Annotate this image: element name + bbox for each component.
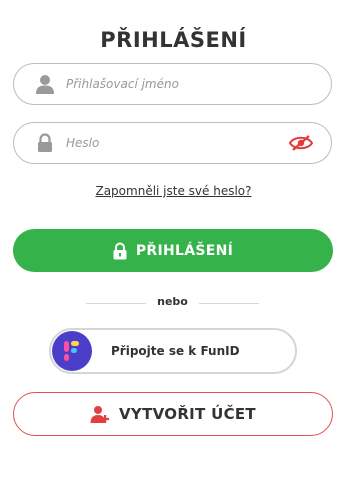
divider-line-left xyxy=(86,303,146,304)
divider-text: nebo xyxy=(157,295,188,308)
funid-logo-icon xyxy=(52,331,92,371)
password-input[interactable] xyxy=(66,136,289,150)
forgot-password-link[interactable]: Zapomněli jste své heslo? xyxy=(0,184,347,198)
eye-slash-icon[interactable] xyxy=(289,134,313,152)
funid-button-label: Připojte se k FunID xyxy=(111,344,240,358)
lock-icon xyxy=(34,132,56,154)
add-user-icon xyxy=(90,405,110,423)
page-title: PŘIHLÁŠENÍ xyxy=(100,28,247,52)
divider: nebo xyxy=(0,295,347,311)
create-account-label: VYTVOŘIT ÚČET xyxy=(119,405,256,423)
funid-button[interactable]: Připojte se k FunID xyxy=(49,328,297,374)
lock-icon xyxy=(113,242,127,260)
username-field[interactable] xyxy=(13,63,332,105)
create-account-button[interactable]: VYTVOŘIT ÚČET xyxy=(13,392,333,436)
login-button[interactable]: PŘIHLÁŠENÍ xyxy=(13,229,333,272)
login-button-label: PŘIHLÁŠENÍ xyxy=(135,242,234,259)
divider-line-right xyxy=(199,303,259,304)
username-input[interactable] xyxy=(66,77,331,91)
user-icon xyxy=(34,73,56,95)
password-field[interactable] xyxy=(13,122,332,164)
